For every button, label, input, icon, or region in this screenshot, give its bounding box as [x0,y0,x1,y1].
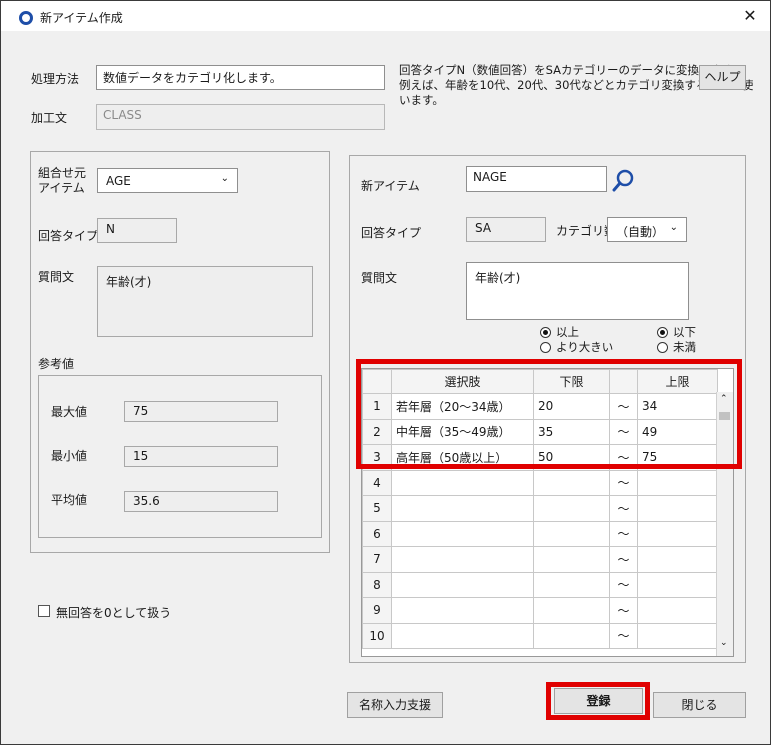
grid-cell-high[interactable] [637,571,718,598]
right-answer-type-label: 回答タイプ [361,226,422,240]
processed-label: 加工文 [31,111,68,125]
right-answer-type-field: SA [466,217,546,242]
chevron-down-icon: ⌄ [669,222,678,233]
grid-cell-high[interactable] [637,469,718,496]
help-button[interactable]: ヘルプ [699,65,746,90]
search-icon [612,169,634,192]
no-answer-label: 無回答を0として扱う [56,606,172,620]
min-value: 15 [124,446,278,467]
upper-exclusive-radio[interactable] [657,342,668,353]
grid-cell-low[interactable] [533,571,610,598]
close-window-button[interactable]: ✕ [739,5,761,27]
grid-cell-high[interactable] [637,597,718,624]
new-item-field[interactable]: NAGE [466,166,607,192]
reference-label: 参考値 [38,357,75,371]
table-row[interactable]: 4 ～ [362,469,718,496]
grid-cell-label[interactable] [391,571,534,598]
table-row[interactable]: 5 ～ [362,495,718,522]
chevron-down-icon: ⌄ [220,173,229,184]
new-item-label: 新アイテム [361,179,420,193]
left-question-label: 質問文 [38,270,75,284]
table-row[interactable]: 8 ～ [362,571,718,598]
grid-cell-high[interactable] [637,546,718,573]
category-count-dropdown[interactable]: （自動） ⌄ [607,217,687,242]
table-row[interactable]: 10 ～ [362,622,718,649]
lower-inclusive-label: 以上 [556,325,579,339]
table-row[interactable]: 7 ～ [362,546,718,573]
grid-cell-high[interactable] [637,520,718,547]
left-question-field: 年齢(才) [97,266,313,337]
search-button[interactable] [612,168,636,194]
grid-cell-label[interactable] [391,520,534,547]
grid-cell-high[interactable] [637,622,718,649]
no-answer-checkbox[interactable] [38,605,50,617]
grid-cell-label[interactable] [391,622,534,649]
grid-cell-low[interactable] [533,469,610,496]
grid-cell-low[interactable] [533,520,610,547]
processed-field[interactable]: CLASS [96,104,385,130]
chevron-down-icon[interactable]: ⌄ [720,638,728,648]
highlight-box-grid [356,359,742,469]
method-label: 処理方法 [31,72,80,86]
lower-exclusive-radio[interactable] [540,342,551,353]
upper-inclusive-label: 以下 [673,325,696,339]
left-answer-type-field: N [97,218,177,243]
grid-cell-low[interactable] [533,546,610,573]
max-label: 最大値 [51,405,88,419]
window-title: 新アイテム作成 [40,11,123,25]
grid-cell-label[interactable] [391,469,534,496]
app-logo-icon [19,11,33,25]
left-answer-type-label: 回答タイプ [38,229,99,243]
upper-inclusive-radio[interactable] [657,327,668,338]
min-label: 最小値 [51,449,88,463]
grid-cell-label[interactable] [391,495,534,522]
grid-cell-low[interactable] [533,622,610,649]
avg-value: 35.6 [124,491,278,512]
lower-exclusive-label: より大きい [556,340,614,354]
grid-cell-low[interactable] [533,597,610,624]
close-button[interactable]: 閉じる [653,692,746,718]
right-question-field[interactable]: 年齢(才) [466,262,689,320]
method-field[interactable]: 数値データをカテゴリ化します。 [96,65,385,90]
register-button[interactable]: 登録 [554,688,643,714]
table-row[interactable]: 9 ～ [362,597,718,624]
name-assist-button[interactable]: 名称入力支援 [347,692,443,718]
lower-inclusive-radio[interactable] [540,327,551,338]
grid-cell-low[interactable] [533,495,610,522]
avg-label: 平均値 [51,493,88,507]
source-item-label: 組合せ元 アイテム [38,166,87,195]
close-icon: ✕ [743,6,757,25]
grid-cell-label[interactable] [391,597,534,624]
source-item-dropdown[interactable]: AGE ⌄ [97,168,238,193]
right-question-label: 質問文 [361,271,398,285]
upper-exclusive-label: 未満 [673,340,696,354]
grid-cell-high[interactable] [637,495,718,522]
table-row[interactable]: 6 ～ [362,520,718,547]
max-value: 75 [124,401,278,422]
grid-cell-label[interactable] [391,546,534,573]
